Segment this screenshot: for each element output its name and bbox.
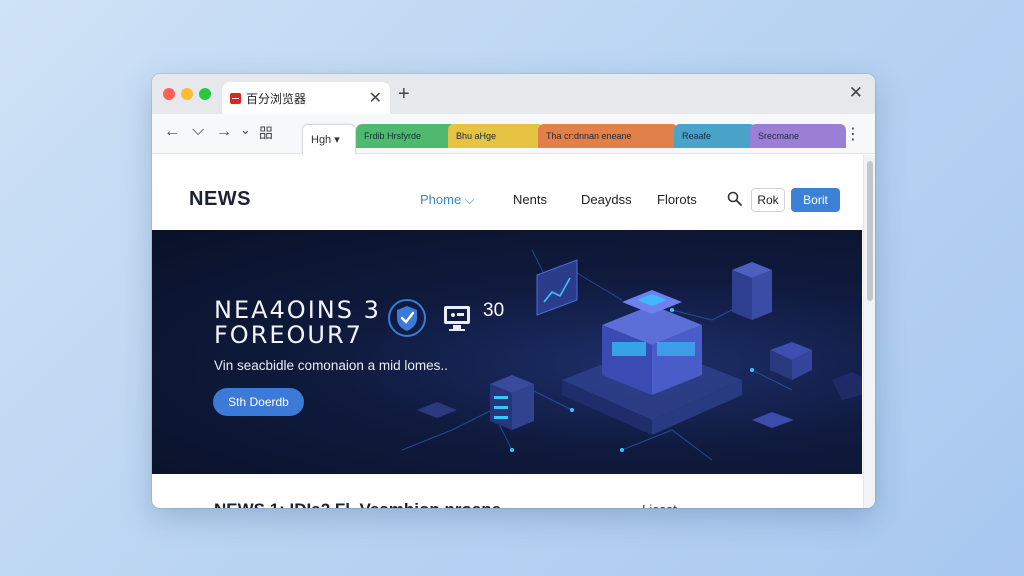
- scrollbar[interactable]: [863, 155, 875, 508]
- computer-icon: [444, 306, 470, 331]
- search-icon[interactable]: [726, 190, 744, 208]
- hero-title: NEA4OINS 3 FOREOUR7: [214, 296, 381, 349]
- forward-button[interactable]: →: [216, 123, 232, 141]
- bookmark-tab[interactable]: Tha cr:dnnan eneane: [538, 124, 678, 148]
- browser-tab[interactable]: 百分浏览器 ✕: [222, 82, 390, 114]
- scrollbar-thumb[interactable]: [867, 161, 873, 301]
- outline-button[interactable]: Rok: [751, 188, 785, 212]
- hero-subtitle: Vin seacbidle comonaion a mid lomes..: [214, 358, 448, 373]
- window-close-icon[interactable]: ✕: [849, 83, 863, 103]
- shield-check-icon: [388, 299, 426, 337]
- browser-window: 百分浏览器 ✕ + ✕ ← ⌵ → ⌄ 㗊 Hgh ▾ Frdib Hrsfyr…: [152, 74, 875, 508]
- minimize-window-dot[interactable]: [181, 88, 193, 100]
- article-headline[interactable]: NEWS 1: IDIa2 Fl. Veamhion nroane: [214, 500, 501, 508]
- bookmark-tab[interactable]: Frdib Hrsfyrde: [356, 124, 456, 148]
- nav-item-phome[interactable]: Phome ⌵: [420, 192, 475, 208]
- nav-item-deaydss[interactable]: Deaydss: [581, 192, 632, 207]
- bookmark-tab[interactable]: Bhu aHge: [448, 124, 544, 148]
- nav-dropdown-icon[interactable]: ⌄: [240, 122, 251, 138]
- hero-cta-button[interactable]: Sth Doerdb: [213, 388, 304, 416]
- hero-badge: 30: [483, 300, 505, 321]
- title-bar: 百分浏览器 ✕ + ✕: [152, 74, 875, 114]
- close-window-dot[interactable]: [163, 88, 175, 100]
- nav-item-florots[interactable]: Florots: [657, 192, 697, 207]
- primary-button[interactable]: Borit: [791, 188, 840, 212]
- bookmark-tab[interactable]: Srecmane: [750, 124, 846, 148]
- nav-item-nents[interactable]: Nents: [513, 192, 547, 207]
- browser-toolbar: ← ⌵ → ⌄ 㗊 Hgh ▾ Frdib Hrsfyrde Bhu aHge …: [152, 114, 875, 154]
- tab-title: 百分浏览器: [246, 91, 307, 106]
- bookmark-tab[interactable]: Reaafe: [674, 124, 756, 148]
- bookmark-tab-active[interactable]: Hgh ▾: [302, 124, 356, 154]
- favicon-icon: [230, 92, 241, 104]
- tab-close-icon[interactable]: ✕: [369, 88, 382, 108]
- reader-icon[interactable]: 㗊: [259, 123, 273, 143]
- history-chevron-icon[interactable]: ⌵: [192, 122, 204, 140]
- latest-label[interactable]: • Liesat: [634, 500, 677, 508]
- server-illustration: [401, 249, 862, 461]
- site-logo[interactable]: NEWS: [189, 188, 251, 211]
- menu-icon[interactable]: ⋮: [845, 124, 861, 144]
- hero-banner: NEA4OINS 3 FOREOUR7 30 Vin seacbidle com…: [152, 230, 862, 474]
- new-tab-button[interactable]: +: [398, 83, 410, 106]
- back-button[interactable]: ←: [164, 123, 180, 141]
- maximize-window-dot[interactable]: [199, 88, 211, 100]
